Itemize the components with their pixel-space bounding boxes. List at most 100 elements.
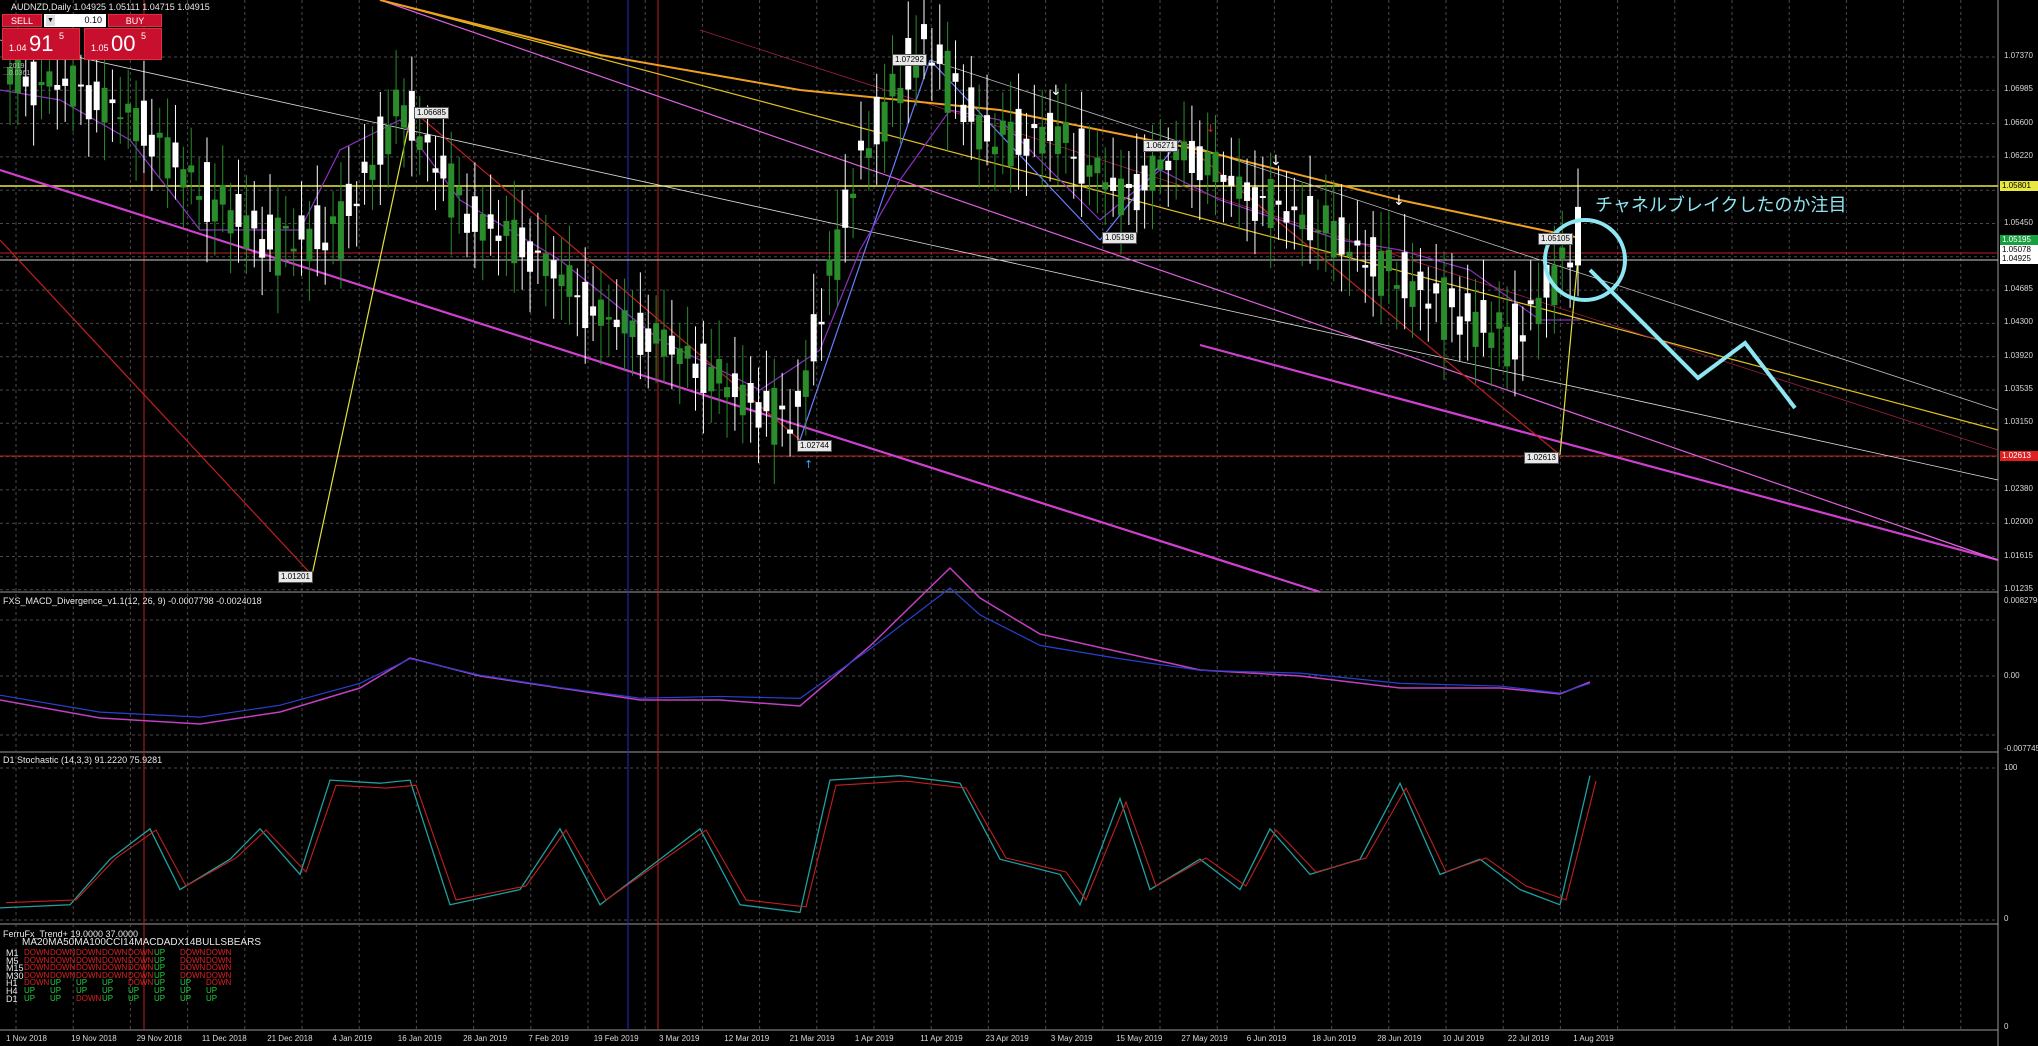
candle-body — [188, 165, 195, 173]
candle-body — [54, 84, 61, 90]
candle-body — [227, 210, 234, 234]
candle-body — [1094, 157, 1101, 174]
candle-body — [393, 89, 400, 117]
candle-body — [653, 323, 660, 344]
x-tick-label: 11 Dec 2018 — [201, 1034, 247, 1043]
candle-body — [471, 196, 478, 232]
y-tick-label: 0.0082795 — [2004, 596, 2038, 605]
candle-body — [133, 108, 140, 142]
candle-body — [38, 82, 45, 86]
candle-body — [873, 96, 880, 145]
candle-body — [684, 345, 691, 359]
price-level-tag: 1.04925 — [2000, 254, 2038, 264]
candle-body — [881, 101, 888, 142]
candle-body — [1220, 174, 1227, 182]
sell-button[interactable]: SELL — [2, 14, 42, 27]
candle-body — [385, 125, 392, 155]
channel-upper — [379, 0, 1999, 561]
candle-body — [605, 317, 612, 320]
price-tag: 1.06685 — [414, 107, 449, 119]
down-arrow-icon: ↓ — [1050, 83, 1062, 99]
buy-button[interactable]: BUY — [108, 14, 162, 27]
price-level-tag: 1.05195 — [2000, 235, 2038, 245]
trend-columns: MA20MA50MA100CCI14MACDADX14BULLSBEARS — [22, 937, 261, 948]
candle-body — [1015, 108, 1022, 155]
candle-body — [1070, 156, 1077, 159]
candle-body — [574, 295, 581, 298]
candle-body — [117, 117, 124, 120]
candle-body — [731, 373, 738, 398]
candle-body — [1228, 175, 1235, 186]
y-tick-label: 1.04685 — [2004, 284, 2033, 294]
x-tick-label: 28 Jun 2019 — [1377, 1034, 1422, 1043]
y-tick-label: 1.03150 — [2004, 417, 2033, 427]
candle-body — [1464, 293, 1471, 322]
price-tag: 1.07292 — [892, 54, 927, 66]
candle-body — [1448, 288, 1455, 308]
buy-price-button[interactable]: 1.05 00 5 — [84, 28, 162, 60]
price-tag: 1.02744 — [797, 440, 832, 452]
x-tick-label: 1 Nov 2018 — [6, 1034, 47, 1043]
candle-body — [1330, 220, 1337, 258]
candle-body — [794, 390, 801, 407]
candle-body — [566, 265, 573, 297]
candle-body — [1472, 311, 1479, 347]
candle-body — [464, 213, 471, 233]
candle-body — [479, 213, 486, 241]
candle-body — [1267, 178, 1274, 228]
x-tick-label: 10 Jul 2019 — [1442, 1034, 1484, 1043]
candle-body — [1133, 174, 1140, 211]
candle-body — [582, 281, 589, 329]
down-arrow-icon: ↓ — [1270, 153, 1282, 169]
candle-body — [203, 162, 210, 222]
x-tick-label: 1 Apr 2019 — [854, 1034, 894, 1043]
candle-body — [1054, 126, 1061, 154]
candle-body — [361, 161, 368, 173]
candle-body — [1362, 265, 1369, 268]
candle-body — [1078, 128, 1085, 184]
candle-body — [700, 343, 707, 393]
candle-body — [330, 216, 337, 225]
candle-body — [1527, 300, 1534, 305]
candle-body — [1393, 285, 1400, 289]
price-tag: 1.06271 — [1143, 140, 1178, 152]
y-tick-label: 1.04300 — [2004, 317, 2033, 327]
candle-body — [125, 103, 132, 113]
candle-body — [810, 314, 817, 362]
candle-body — [1102, 182, 1109, 190]
candle-body — [660, 329, 667, 357]
candle-body — [1125, 183, 1132, 188]
macd-main-line — [0, 566, 1591, 725]
candle-body — [93, 81, 100, 111]
trend-timeframe: D1 — [6, 993, 18, 1004]
buy-price-prefix: 1.05 — [91, 43, 109, 53]
candle-body — [314, 205, 321, 250]
one-click-trade-panel: SELL 0.10 ▼ BUY 1.04 91 5 1.05 00 5 — [2, 14, 162, 62]
candle-body — [22, 76, 29, 87]
candle-body — [448, 163, 455, 218]
candle-body — [637, 312, 644, 355]
channel-lower-ext — [1199, 343, 1999, 562]
sell-price-button[interactable]: 1.04 91 5 — [2, 28, 80, 60]
candle-body — [1378, 251, 1385, 296]
candle-body — [960, 104, 967, 123]
candle-body — [440, 155, 447, 179]
candle-body — [1433, 283, 1440, 294]
candle-body — [1488, 332, 1495, 348]
candle-body — [180, 169, 187, 188]
candle-body — [542, 253, 549, 277]
x-tick-label: 19 Feb 2019 — [593, 1034, 639, 1043]
candle-body — [345, 183, 352, 216]
candle-body — [1291, 206, 1298, 211]
lots-dropdown-icon[interactable]: ▼ — [46, 15, 55, 26]
trend-cell: UP — [24, 993, 36, 1003]
chart-canvas[interactable]: ↓ ↓ ↓ ↑ ↓ — [0, 0, 2038, 1046]
candle-body — [1354, 240, 1361, 246]
x-tick-label: 21 Mar 2019 — [789, 1034, 835, 1043]
x-tick-label: 1 Aug 2019 — [1573, 1034, 1614, 1043]
candle-body — [1401, 252, 1408, 299]
candle-body — [1204, 151, 1211, 176]
y-tick-label: 1.01615 — [2004, 550, 2033, 560]
candle-body — [692, 363, 699, 378]
x-tick-label: 7 Feb 2019 — [528, 1034, 569, 1043]
